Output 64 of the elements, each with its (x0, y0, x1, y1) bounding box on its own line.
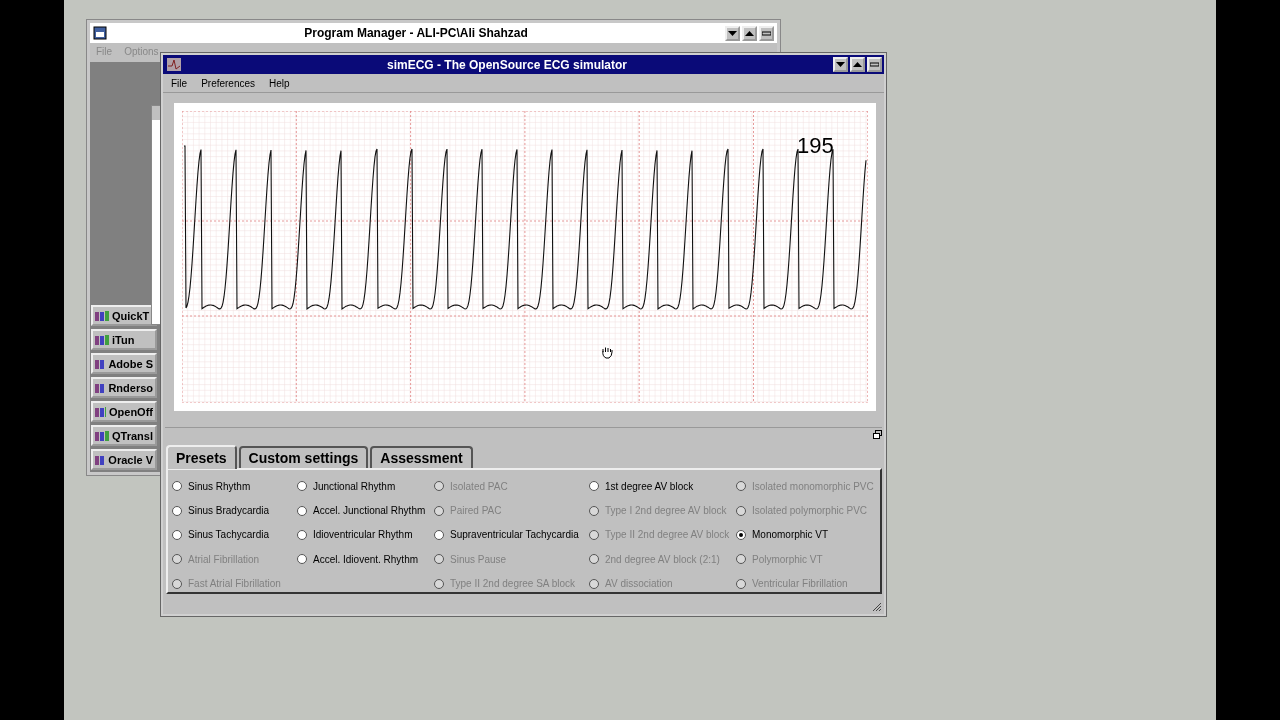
program-group-label: OpenOff (109, 405, 153, 418)
app-icon (167, 58, 181, 71)
tab[interactable]: Custom settings (238, 446, 369, 468)
restore-button[interactable] (759, 25, 774, 41)
radio-option[interactable]: Accel. Idiovent. Rhythm (297, 547, 434, 572)
radio-option[interactable]: Sinus Bradycardia (172, 498, 297, 523)
radio-circle[interactable] (736, 529, 746, 540)
radio-option[interactable]: Sinus Rhythm (172, 474, 297, 499)
radio-circle[interactable] (297, 554, 307, 565)
resize-grip-icon[interactable] (872, 602, 882, 612)
maximize-icon (745, 29, 754, 37)
menu-item[interactable]: Help (269, 78, 290, 89)
radio-circle[interactable] (297, 505, 307, 516)
radio-option[interactable]: 1st degree AV block (589, 474, 736, 499)
maximize-button[interactable] (742, 25, 757, 41)
radio-circle[interactable] (172, 505, 182, 516)
program-group-label: Adobe S (108, 357, 153, 370)
radio-circle[interactable] (589, 481, 599, 492)
tab[interactable]: Presets (166, 445, 237, 469)
menu-item[interactable]: Preferences (201, 78, 256, 89)
tab[interactable]: Assessment (370, 446, 473, 468)
radio-option[interactable]: Supraventricular Tachycardia (434, 522, 589, 548)
program-group[interactable]: iTun (91, 329, 157, 350)
program-group-icon (95, 333, 109, 346)
program-group-label: Oracle V (108, 453, 153, 466)
radio-circle[interactable] (172, 529, 182, 540)
program-group-icon (95, 357, 106, 370)
heart-rate-reading: 195 (797, 133, 834, 159)
program-group-label: iTun (112, 333, 135, 346)
program-group[interactable]: QuickT (91, 305, 157, 326)
minimize-button[interactable] (725, 25, 740, 41)
program-group-icon (95, 453, 106, 466)
program-group[interactable]: Rnderso (91, 377, 157, 398)
radio-circle[interactable] (434, 529, 444, 540)
maximize-icon (853, 61, 862, 68)
program-group-label: QTransl (112, 429, 153, 442)
program-group-icon (95, 429, 109, 442)
program-group-icon (95, 381, 106, 394)
minimize-icon (836, 61, 845, 68)
radio-option[interactable]: Accel. Junctional Rhythm (297, 498, 434, 523)
hand-cursor-icon (602, 347, 613, 359)
radio-option[interactable]: Junctional Rhythm (297, 474, 434, 499)
radio-option[interactable]: Sinus Tachycardia (172, 522, 297, 548)
minimize-icon (728, 29, 737, 37)
program-group[interactable]: Adobe S (91, 353, 157, 374)
radio-option[interactable]: Monomorphic VT (736, 522, 886, 548)
radio-option[interactable]: Idioventricular Rhythm (297, 522, 434, 548)
minimize-button[interactable] (833, 57, 848, 72)
restore-button[interactable] (867, 57, 882, 72)
radio-circle[interactable] (297, 481, 307, 492)
menu-item[interactable]: File (171, 78, 188, 89)
program-group-icon (95, 405, 106, 418)
program-manager-icon (93, 26, 107, 40)
program-group[interactable]: OpenOff (91, 401, 157, 422)
program-group[interactable]: Oracle V (91, 449, 157, 470)
window-title: Program Manager - ALI-PC\Ali Shahzad (303, 26, 529, 40)
radio-circle[interactable] (297, 529, 307, 540)
radio-circle[interactable] (172, 481, 182, 492)
program-group-icon (95, 309, 109, 322)
maximize-button[interactable] (850, 57, 865, 72)
program-group-label: QuickT (112, 309, 150, 322)
program-group[interactable]: QTransl (91, 425, 157, 446)
window-title: simECG - The OpenSource ECG simulator (385, 57, 628, 72)
program-group-label: Rnderso (108, 381, 153, 394)
